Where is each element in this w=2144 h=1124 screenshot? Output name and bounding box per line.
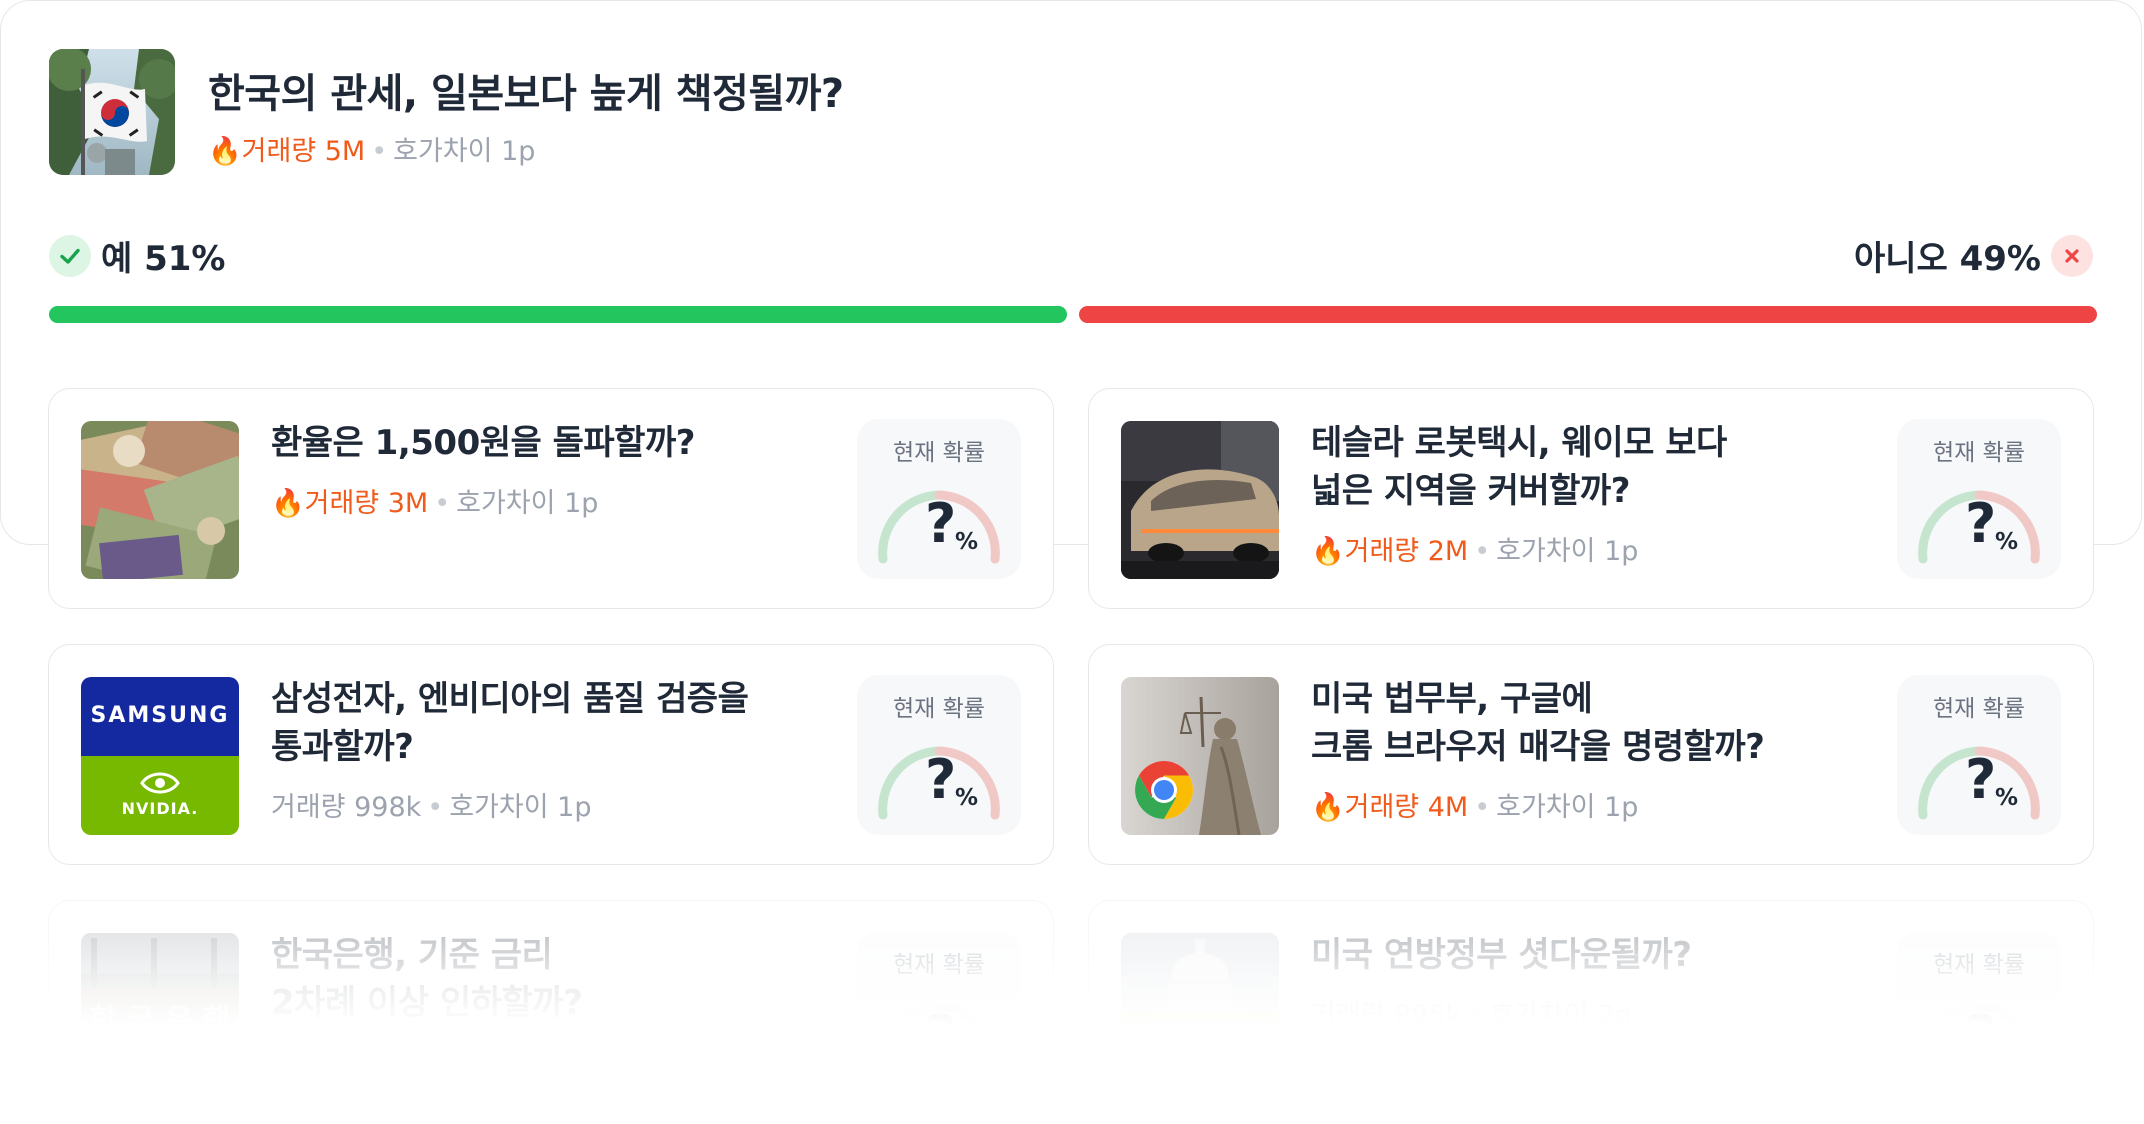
market-title[interactable]: 삼성전자, 엔비디아의 품질 검증을 통과할까? (271, 675, 749, 771)
robotaxi-thumbnail (1121, 421, 1279, 579)
market-card[interactable]: 한 국 은 행 BANK OF KOREA 한국은행, 기준 금리 2차례 이상… (48, 900, 1054, 1121)
bank-sign-subtext: BANK OF KOREA (112, 1035, 208, 1046)
market-title[interactable]: 한국의 관세, 일본보다 높게 책정될까? (208, 61, 844, 119)
yes-percentage: 예 51% (101, 239, 226, 279)
market-title[interactable]: 미국 연방정부 셧다운될까? (1311, 931, 1692, 979)
market-title[interactable]: 환율은 1,500원을 돌파할까? (271, 419, 695, 467)
market-meta: 🔥거래량 2M • 호가차이 1p (1311, 536, 1639, 567)
no-probability-bar (1079, 306, 2097, 323)
bank-sign-text: 한 국 은 행 (89, 1003, 231, 1038)
market-card[interactable]: SAMSUNG NVIDIA. 삼성전자, 엔비디아의 품질 검증을 통과할까?… (48, 644, 1054, 865)
market-meta: 거래량 895k • 호가차이 2p (1311, 1000, 1632, 1031)
probability-widget: 현재 확률 ? % (1897, 419, 2061, 579)
yes-option[interactable]: 예 51% (49, 231, 226, 280)
market-card[interactable]: 테슬라 로봇택시, 웨이모 보다 넓은 지역을 커버할까? 🔥거래량 2M • 호가… (1088, 388, 2094, 609)
market-meta: 🔥거래량 5M • 호가차이 1p (271, 1048, 599, 1079)
nvidia-logo: NVIDIA. (121, 799, 199, 818)
volume-text: 거래량 5M (241, 136, 366, 167)
market-card[interactable]: 환율은 1,500원을 돌파할까? 🔥거래량 3M • 호가차이 1p 현재 확률 … (48, 388, 1054, 609)
prob-value: ? (925, 492, 957, 555)
fire-icon: 🔥 (208, 136, 242, 167)
prob-unit: % (955, 529, 979, 555)
lady-justice-chrome-thumbnail (1121, 677, 1279, 835)
probability-widget: 현재 확률 ? % (1897, 675, 2061, 835)
check-icon (49, 234, 91, 277)
market-card[interactable]: 미국 법무부, 구글에 크롬 브라우저 매각을 명령할까? 🔥거래량 4M • 호가… (1088, 644, 2094, 865)
market-title[interactable]: 미국 법무부, 구글에 크롬 브라우저 매각을 명령할까? (1311, 675, 1765, 771)
fire-icon: 🔥 (271, 488, 305, 519)
capitol-caution-thumbnail: CAUTION (1121, 933, 1279, 1091)
market-meta: 🔥거래량 3M • 호가차이 1p (271, 488, 599, 519)
yes-probability-bar (49, 306, 1067, 323)
fire-icon: 🔥 (1311, 536, 1345, 567)
samsung-logo: SAMSUNG (90, 703, 230, 728)
probability-widget: 현재 확률 ? % (857, 675, 1021, 835)
market-title[interactable]: 테슬라 로봇택시, 웨이모 보다 넓은 지역을 커버할까? (1311, 419, 1727, 515)
fire-icon: 🔥 (1311, 792, 1345, 823)
close-x-icon (2051, 234, 2093, 277)
nvidia-eye-icon (140, 772, 180, 794)
no-percentage: 아니오 49% (1853, 239, 2041, 279)
meta-separator: • (371, 136, 388, 167)
fire-icon: 🔥 (271, 1048, 305, 1079)
probability-widget: 현재 확률 ? % (1897, 931, 2061, 1091)
currency-notes-thumbnail (81, 421, 239, 579)
market-title[interactable]: 한국은행, 기준 금리 2차례 이상 인하할까? (271, 931, 583, 1027)
market-meta: 🔥거래량 5M • 호가차이 1p (208, 129, 535, 168)
spread-text: 호가차이 1p (393, 136, 536, 167)
market-meta: 거래량 998k • 호가차이 1p (271, 792, 592, 823)
bank-of-korea-thumbnail: 한 국 은 행 BANK OF KOREA (81, 933, 239, 1091)
korea-flag-thumbnail (49, 49, 175, 175)
market-card[interactable]: CAUTION 미국 연방정부 셧다운될까? 거래량 895k • 호가차이 2p … (1088, 900, 2094, 1121)
probability-widget: 현재 확률 ? % (857, 931, 1021, 1091)
samsung-nvidia-logo-thumbnail: SAMSUNG NVIDIA. (81, 677, 239, 835)
market-meta: 🔥거래량 4M • 호가차이 1p (1311, 792, 1639, 823)
no-option[interactable]: 아니오 49% (1854, 231, 2093, 280)
probability-widget: 현재 확률 ? % (857, 419, 1021, 579)
caution-tape-text: CAUTION (1149, 1017, 1251, 1041)
